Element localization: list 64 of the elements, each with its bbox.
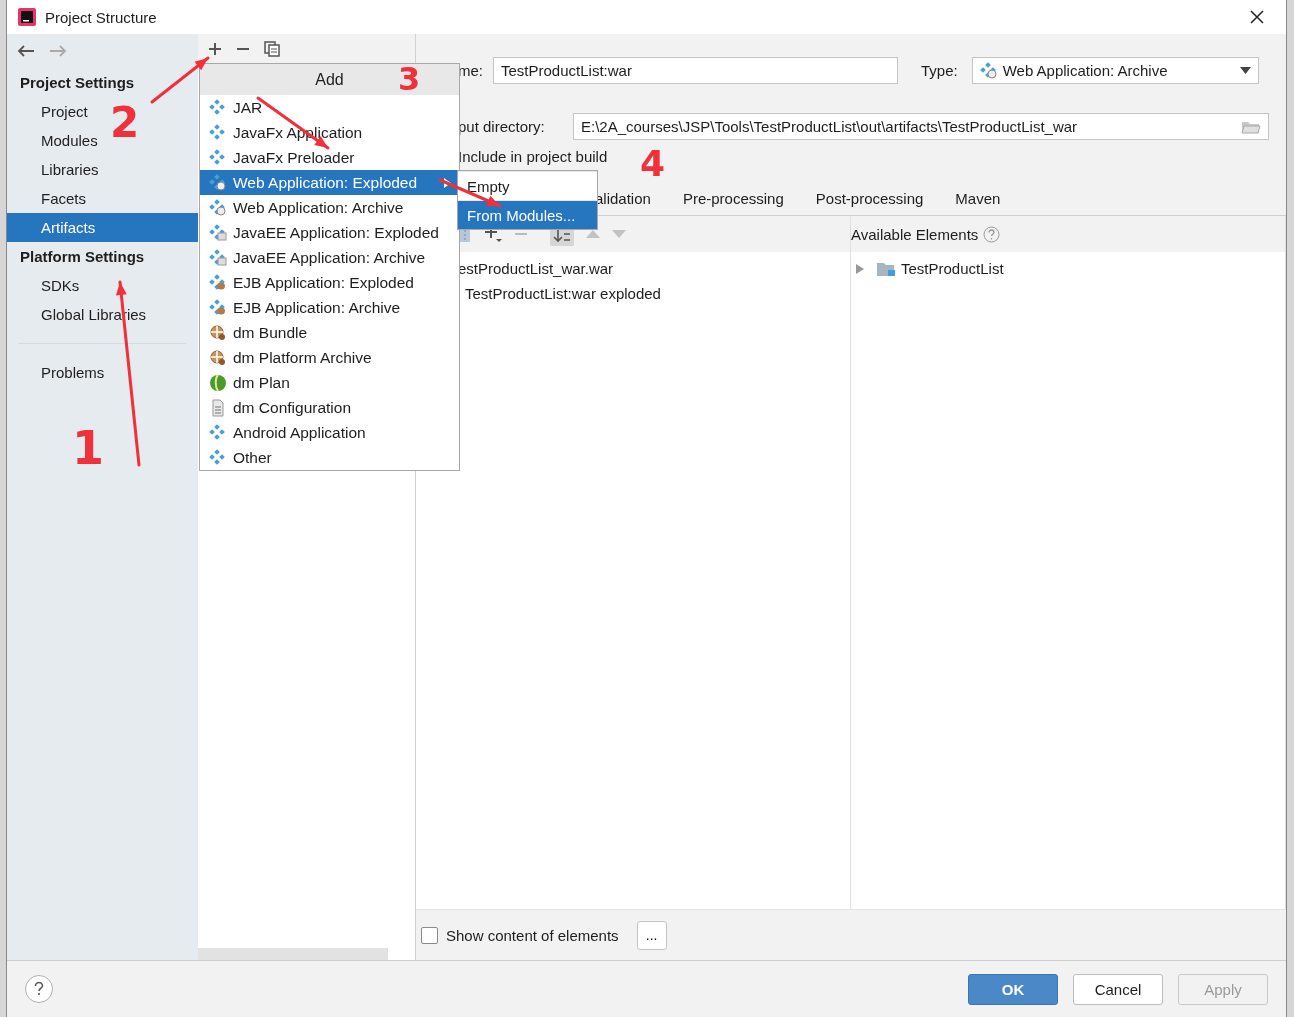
artifact-icon: [209, 448, 227, 467]
sidebar-item[interactable]: Artifacts: [41, 219, 96, 236]
sidebar-item[interactable]: SDKs: [41, 277, 80, 294]
sidebar-item[interactable]: Problems: [41, 364, 105, 381]
collapsed-arrow-icon[interactable]: [855, 263, 865, 274]
menu-item[interactable]: From Modules...: [458, 200, 597, 229]
artifact-globe-icon: [979, 61, 998, 80]
document-icon: [209, 398, 227, 417]
window-title: Project Structure: [45, 8, 157, 26]
dropdown-value: Web Application: Archive: [1002, 62, 1169, 79]
more-button[interactable]: ...: [636, 920, 667, 950]
question-mark-icon: [34, 982, 44, 996]
dialog-button[interactable]: Cancel: [1073, 973, 1163, 1005]
sidebar-item[interactable]: Modules: [41, 132, 98, 149]
checkbox-label: Show content of elements: [446, 926, 619, 944]
checkbox[interactable]: [421, 926, 438, 944]
annotation-number: 1: [72, 425, 104, 471]
artifact-globe-icon: [209, 198, 227, 217]
tree-item[interactable]: estProductList_war.war: [458, 260, 614, 277]
copy-icon[interactable]: [263, 40, 280, 57]
help-icon[interactable]: [983, 225, 1001, 243]
tree-item[interactable]: TestProductList:war exploded: [465, 285, 661, 302]
sphere-icon: [209, 373, 227, 392]
annotation-arrow: [150, 56, 210, 104]
module-folder-icon: [876, 260, 896, 277]
field-value: E:\2A_courses\JSP\Tools\TestProductList\out\artifacts\TestProductList_war: [581, 118, 1078, 135]
close-icon[interactable]: [1250, 10, 1264, 24]
annotation-number: 4: [640, 146, 666, 182]
help-button[interactable]: [25, 975, 53, 1003]
back-arrow-icon[interactable]: [17, 44, 35, 58]
artifact-bean-icon: [209, 298, 227, 317]
add-icon[interactable]: [207, 41, 222, 56]
artifact-box-icon: [209, 248, 227, 267]
submenu-arrow-icon: [444, 177, 451, 188]
artifact-icon: [209, 148, 227, 167]
tab[interactable]: Pre-processing: [682, 185, 784, 215]
sidebar-heading: Project Settings: [20, 74, 135, 91]
annotation-number: 2: [110, 102, 140, 144]
artifact-bean-icon: [209, 273, 227, 292]
tab[interactable]: Post-processing: [815, 185, 924, 215]
dropdown-caret-icon: [1239, 67, 1251, 74]
artifact-box-icon: [209, 223, 227, 242]
annotation-number: 3: [398, 63, 421, 95]
tab[interactable]: Maven: [955, 185, 1001, 215]
output-directory-field[interactable]: E:\2A_courses\JSP\Tools\TestProductList\out\artifacts\TestProductList_war: [573, 113, 1269, 140]
bundle-icon: [209, 323, 227, 342]
artifact-globe-icon: [209, 173, 227, 192]
artifact-icon: [209, 123, 227, 142]
artifact-icon: [209, 98, 227, 117]
dialog-button[interactable]: OK: [968, 973, 1058, 1005]
sidebar-item[interactable]: Project: [41, 103, 88, 120]
sidebar-heading: Platform Settings: [20, 248, 145, 265]
app-logo-icon: [17, 7, 37, 27]
name-field[interactable]: TestProductList:war: [493, 57, 898, 84]
sidebar-item[interactable]: Facets: [41, 190, 86, 207]
artifact-icon: [209, 423, 227, 442]
type-dropdown[interactable]: Web Application: Archive: [971, 57, 1259, 84]
bundle-icon: [209, 348, 227, 367]
field-label: Type:: [921, 62, 958, 79]
menu-title: Add: [315, 70, 344, 89]
pane-title: Available Elements: [851, 225, 979, 243]
sidebar-item[interactable]: Libraries: [41, 161, 99, 178]
tree-item[interactable]: TestProductList: [901, 260, 1004, 277]
menu-item[interactable]: Web Application: Exploded: [200, 170, 459, 195]
